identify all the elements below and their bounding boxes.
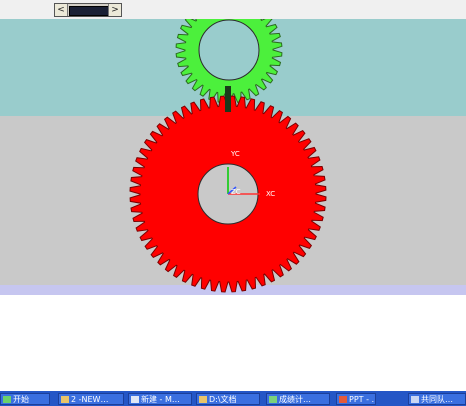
taskbar-item-1[interactable]: 2 -NEW… [58, 393, 124, 405]
top-toolbar: < > [0, 0, 466, 20]
taskbar-item-5[interactable]: PPT - … [336, 393, 376, 405]
taskbar-item-6[interactable]: 共同队… [408, 393, 466, 405]
taskbar-item-3[interactable]: D:\文档 [196, 393, 260, 405]
folder-icon [199, 396, 207, 403]
start-label: 开始 [13, 395, 29, 404]
small-gear-bore [198, 19, 260, 81]
app-icon [131, 396, 139, 403]
app-icon [411, 396, 419, 403]
taskbar-item-label: 共同队… [421, 395, 453, 404]
taskbar-item-label: 新建 - M… [141, 395, 180, 404]
scroll-thumb[interactable] [69, 6, 109, 16]
start-button[interactable]: 开始 [0, 393, 50, 405]
xc-label: XC [266, 190, 275, 198]
taskbar-item-2[interactable]: 新建 - M… [128, 393, 192, 405]
gear-assembly: YC XC ZC [129, 19, 327, 293]
graphics-viewport[interactable]: YC XC ZC [0, 19, 466, 295]
scroll-right-arrow[interactable]: > [108, 4, 121, 16]
windows-taskbar: 开始 2 -NEW… 新建 - M… D:\文档 成绩计… PPT - … 共同… [0, 391, 466, 406]
presentation-icon [339, 396, 347, 403]
gear-shaft [225, 86, 231, 112]
folder-icon [61, 396, 69, 403]
yc-label: YC [230, 150, 240, 158]
spreadsheet-icon [269, 396, 277, 403]
zc-label: ZC [231, 188, 241, 196]
scroll-left-arrow[interactable]: < [55, 4, 68, 16]
lower-blank-area [0, 295, 466, 391]
taskbar-item-label: D:\文档 [209, 395, 237, 404]
start-icon [3, 396, 11, 403]
taskbar-item-label: PPT - … [349, 395, 375, 404]
taskbar-item-4[interactable]: 成绩计… [266, 393, 330, 405]
taskbar-item-label: 2 -NEW… [71, 395, 109, 404]
taskbar-item-label: 成绩计… [279, 395, 311, 404]
horizontal-scrollbar[interactable]: < > [54, 3, 122, 17]
